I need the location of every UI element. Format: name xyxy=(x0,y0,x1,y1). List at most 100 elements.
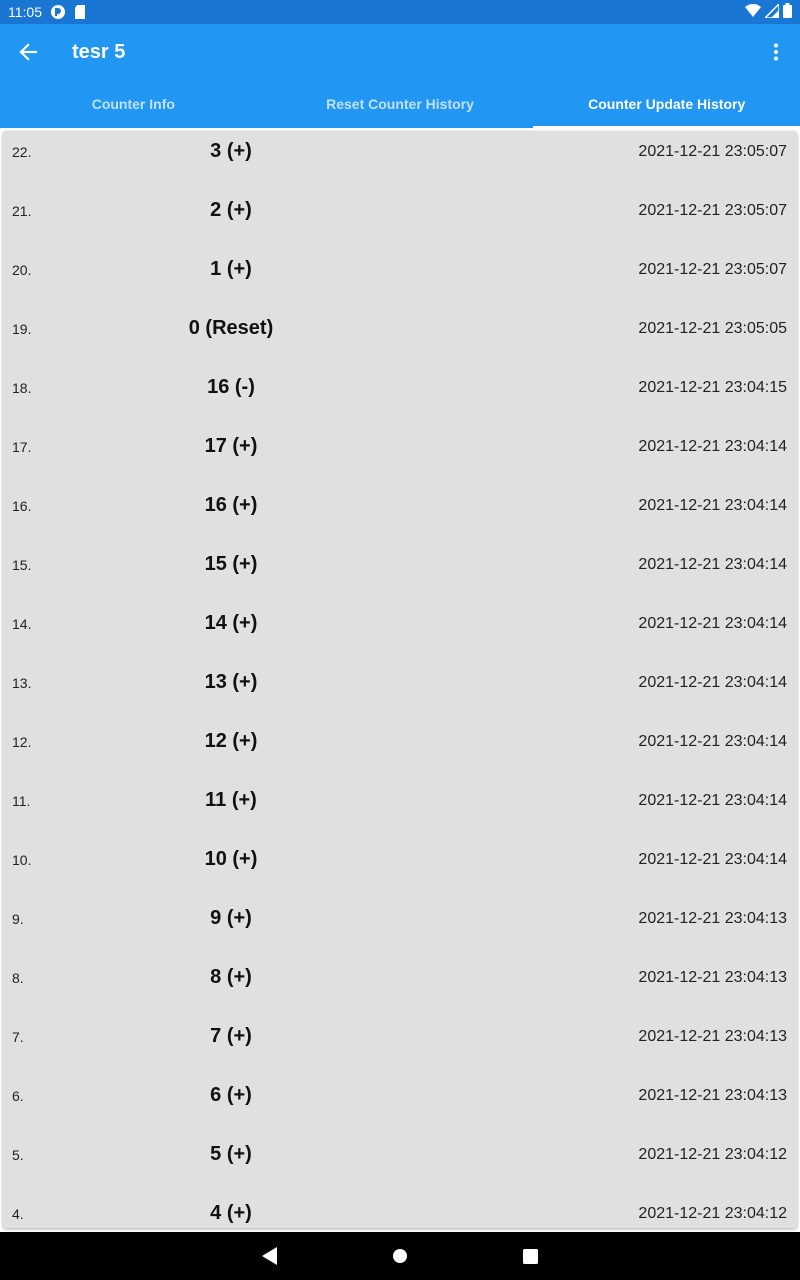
history-value: 1 (+) xyxy=(210,258,252,280)
history-value: 2 (+) xyxy=(210,199,252,221)
history-index: 20. xyxy=(12,261,32,278)
signal-icon xyxy=(763,1,780,21)
history-value: 8 (+) xyxy=(210,966,252,988)
history-timestamp: 2021-12-21 23:04:13 xyxy=(638,968,787,986)
history-row: 20. 1 (+) 2021-12-21 23:05:07 xyxy=(3,240,797,299)
history-value: 15 (+) xyxy=(204,553,258,575)
history-value: 14 (+) xyxy=(204,612,258,634)
history-value: 0 (Reset) xyxy=(188,317,274,339)
history-index: 12. xyxy=(12,733,32,750)
nav-recents-button[interactable] xyxy=(465,1232,595,1280)
tab-counter-update-history[interactable]: Counter Update History xyxy=(533,80,800,128)
history-value: 3 (+) xyxy=(210,140,252,162)
history-timestamp: 2021-12-21 23:04:14 xyxy=(638,614,787,632)
history-list-card[interactable]: 22. 3 (+) 2021-12-21 23:05:07 21. 2 (+) 2021-… xyxy=(3,131,797,1228)
history-index: 22. xyxy=(12,143,32,160)
history-value: 16 (+) xyxy=(204,494,258,516)
history-index: 9. xyxy=(12,910,24,927)
history-index: 7. xyxy=(12,1028,24,1045)
history-timestamp: 2021-12-21 23:04:14 xyxy=(638,732,787,750)
history-index: 16. xyxy=(12,497,32,514)
status-bar: 11:05 xyxy=(0,0,800,24)
back-button[interactable] xyxy=(0,24,56,80)
history-value: 7 (+) xyxy=(210,1025,252,1047)
history-timestamp: 2021-12-21 23:05:07 xyxy=(638,260,787,278)
history-timestamp: 2021-12-21 23:05:07 xyxy=(638,142,787,160)
history-timestamp: 2021-12-21 23:04:12 xyxy=(638,1204,787,1222)
history-timestamp: 2021-12-21 23:04:12 xyxy=(638,1145,787,1163)
more-vert-icon xyxy=(774,43,778,61)
history-row: 14. 14 (+) 2021-12-21 23:04:14 xyxy=(3,594,797,653)
page-title: tesr 5 xyxy=(72,40,126,63)
history-timestamp: 2021-12-21 23:04:13 xyxy=(638,909,787,927)
history-index: 5. xyxy=(12,1146,24,1163)
history-timestamp: 2021-12-21 23:04:15 xyxy=(638,378,787,396)
status-right-icons xyxy=(745,1,792,21)
recents-icon xyxy=(522,1248,538,1264)
history-index: 14. xyxy=(12,615,32,632)
history-row: 8. 8 (+) 2021-12-21 23:04:13 xyxy=(3,948,797,1007)
history-timestamp: 2021-12-21 23:05:05 xyxy=(638,319,787,337)
history-row: 7. 7 (+) 2021-12-21 23:04:13 xyxy=(3,1007,797,1066)
history-timestamp: 2021-12-21 23:04:14 xyxy=(638,850,787,868)
history-row: 6. 6 (+) 2021-12-21 23:04:13 xyxy=(3,1066,797,1125)
cast-icon xyxy=(50,4,66,20)
history-index: 6. xyxy=(12,1087,24,1104)
history-timestamp: 2021-12-21 23:04:14 xyxy=(638,673,787,691)
history-timestamp: 2021-12-21 23:04:14 xyxy=(638,437,787,455)
history-row: 21. 2 (+) 2021-12-21 23:05:07 xyxy=(3,181,797,240)
history-value: 6 (+) xyxy=(210,1084,252,1106)
history-index: 21. xyxy=(12,202,32,219)
history-timestamp: 2021-12-21 23:04:14 xyxy=(638,496,787,514)
history-index: 15. xyxy=(12,556,32,573)
history-timestamp: 2021-12-21 23:05:07 xyxy=(638,201,787,219)
history-row: 5. 5 (+) 2021-12-21 23:04:12 xyxy=(3,1125,797,1184)
home-icon xyxy=(393,1249,407,1263)
tab-reset-counter-history[interactable]: Reset Counter History xyxy=(267,80,534,128)
history-row: 22. 3 (+) 2021-12-21 23:05:07 xyxy=(3,131,797,181)
history-value: 11 (+) xyxy=(205,789,257,811)
history-row: 15. 15 (+) 2021-12-21 23:04:14 xyxy=(3,535,797,594)
history-index: 13. xyxy=(12,674,32,691)
history-row: 9. 9 (+) 2021-12-21 23:04:13 xyxy=(3,889,797,948)
history-index: 18. xyxy=(12,379,32,396)
history-index: 11. xyxy=(12,792,31,809)
history-row: 12. 12 (+) 2021-12-21 23:04:14 xyxy=(3,712,797,771)
history-row: 17. 17 (+) 2021-12-21 23:04:14 xyxy=(3,417,797,476)
history-value: 17 (+) xyxy=(204,435,258,457)
tab-bar: Counter Info Reset Counter History Count… xyxy=(0,80,800,128)
history-index: 10. xyxy=(12,851,32,868)
navigation-bar xyxy=(0,1232,800,1280)
history-row: 4. 4 (+) 2021-12-21 23:04:12 xyxy=(3,1184,797,1228)
status-time: 11:05 xyxy=(8,4,42,20)
history-index: 8. xyxy=(12,969,24,986)
nav-home-button[interactable] xyxy=(335,1232,465,1280)
history-index: 4. xyxy=(12,1205,24,1222)
history-value: 10 (+) xyxy=(204,848,258,870)
battery-icon xyxy=(783,3,792,21)
arrow-back-icon xyxy=(19,43,38,61)
history-value: 4 (+) xyxy=(210,1202,252,1224)
history-value: 5 (+) xyxy=(210,1143,252,1165)
history-row: 10. 10 (+) 2021-12-21 23:04:14 xyxy=(3,830,797,889)
nav-back-button[interactable] xyxy=(205,1232,335,1280)
history-row: 18. 16 (-) 2021-12-21 23:04:15 xyxy=(3,358,797,417)
history-value: 16 (-) xyxy=(207,376,255,398)
history-list: 22. 3 (+) 2021-12-21 23:05:07 21. 2 (+) 2021-… xyxy=(3,131,797,1228)
history-value: 12 (+) xyxy=(204,730,258,752)
history-value: 13 (+) xyxy=(204,671,258,693)
history-row: 11. 11 (+) 2021-12-21 23:04:14 xyxy=(3,771,797,830)
history-timestamp: 2021-12-21 23:04:13 xyxy=(638,1086,787,1104)
sd-card-icon xyxy=(74,5,86,19)
history-index: 19. xyxy=(12,320,32,337)
app-bar: tesr 5 Counter Info Reset Counter Histor… xyxy=(0,24,800,128)
toolbar: tesr 5 xyxy=(0,24,800,80)
back-icon xyxy=(262,1247,277,1265)
overflow-menu-button[interactable] xyxy=(752,24,800,80)
history-row: 19. 0 (Reset) 2021-12-21 23:05:05 xyxy=(3,299,797,358)
history-timestamp: 2021-12-21 23:04:14 xyxy=(638,555,787,573)
history-value: 9 (+) xyxy=(210,907,252,929)
tab-counter-info[interactable]: Counter Info xyxy=(0,80,267,128)
history-timestamp: 2021-12-21 23:04:13 xyxy=(638,1027,787,1045)
wifi-icon xyxy=(745,3,761,21)
